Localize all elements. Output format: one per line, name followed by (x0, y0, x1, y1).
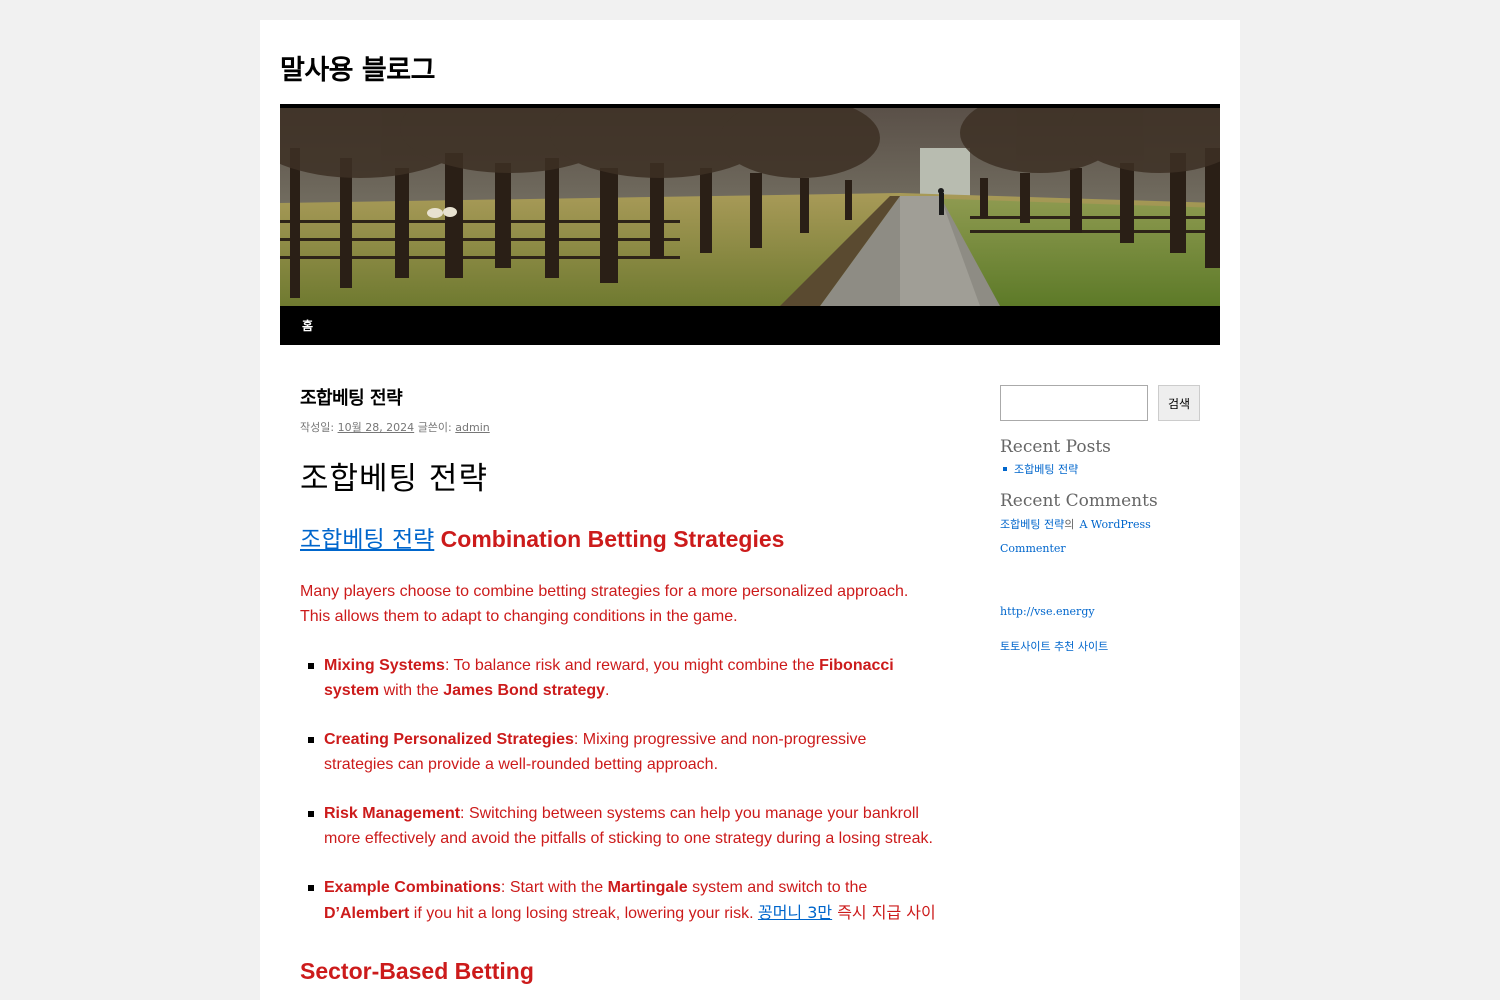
item-text: : Start with the (500, 879, 608, 896)
intro-paragraph: Many players choose to combine betting s… (300, 583, 909, 625)
posted-on-label: 작성일: (300, 421, 335, 434)
author-label: 글쓴이: (417, 421, 452, 434)
header-image (280, 104, 1220, 306)
entry-meta: 작성일: 10월 28, 2024 글쓴이: admin (300, 419, 940, 435)
comment-joiner: 의 (1064, 518, 1075, 531)
nav-home-link[interactable]: 홈 (302, 317, 313, 334)
recent-comments-title: Recent Comments (1000, 491, 1158, 511)
section-heading: Sector-Based Betting (300, 958, 534, 984)
item-text: with the (379, 682, 444, 699)
item-text: . (605, 682, 610, 699)
item-bold: Example Combinations (324, 879, 501, 896)
recent-posts-list: 조합베팅 전략 (1000, 458, 1078, 477)
main-nav: 홈 (280, 306, 1220, 345)
external-link[interactable]: 토토사이트 추천 사이트 (1000, 640, 1108, 653)
list-item: Creating Personalized Strategies: Mixing… (300, 727, 940, 777)
post-subheading: 조합베팅 전략 Combination Betting Strategies (300, 520, 940, 554)
item-bold: D’Alembert (324, 905, 410, 922)
recent-posts-title: Recent Posts (1000, 437, 1111, 457)
item-bold: Mixing Systems (324, 657, 445, 674)
comment-post-link[interactable]: 조합베팅 전략 (1000, 518, 1064, 531)
site-title[interactable]: 말사용 블로그 (280, 48, 435, 87)
list-item: Mixing Systems: To balance risk and rewa… (300, 653, 940, 703)
strategy-list: Mixing Systems: To balance risk and rewa… (300, 653, 940, 926)
external-link[interactable]: http://vse.energy (1000, 605, 1095, 618)
recent-post-link[interactable]: 조합베팅 전략 (1014, 463, 1078, 476)
recent-comment: 조합베팅 전략의 A WordPress Commenter (1000, 512, 1200, 560)
blogroll-item: http://vse.energy (1000, 600, 1095, 619)
main-content: 조합베팅 전략 작성일: 10월 28, 2024 글쓴이: admin 조합베… (300, 384, 940, 985)
item-bold: Creating Personalized Strategies (324, 731, 574, 748)
item-bold: James Bond strategy (443, 682, 606, 699)
item-bold: Risk Management (324, 805, 461, 822)
author-link[interactable]: admin (455, 421, 489, 434)
page-wrapper: 말사용 블로그 홈 조합베팅 전략 작성일: 10월 28, 2024 글쓴이:… (260, 20, 1240, 1000)
item-text: if you hit a long losing streak, lowerin… (409, 905, 758, 922)
post-heading: 조합베팅 전략 (300, 461, 488, 497)
item-tail-text: 즉시 지급 사이 (832, 903, 936, 922)
subheading-text: Combination Betting Strategies (440, 526, 785, 552)
list-item: Risk Management: Switching between syste… (300, 801, 940, 851)
search-input[interactable] (1000, 385, 1148, 421)
blogroll-item: 토토사이트 추천 사이트 (1000, 635, 1108, 654)
list-item: Example Combinations: Start with the Mar… (300, 875, 940, 926)
item-text: system and switch to the (687, 879, 868, 896)
promo-link[interactable]: 꽁머니 3만 (758, 903, 832, 922)
post-date-link[interactable]: 10월 28, 2024 (338, 421, 415, 434)
search-button[interactable]: 검색 (1158, 385, 1200, 421)
subheading-link[interactable]: 조합베팅 전략 (300, 527, 434, 553)
entry-title[interactable]: 조합베팅 전략 (300, 384, 940, 410)
item-text: : To balance risk and reward, you might … (444, 657, 820, 674)
bullet-icon (1003, 467, 1007, 471)
item-bold: Martingale (607, 879, 688, 896)
